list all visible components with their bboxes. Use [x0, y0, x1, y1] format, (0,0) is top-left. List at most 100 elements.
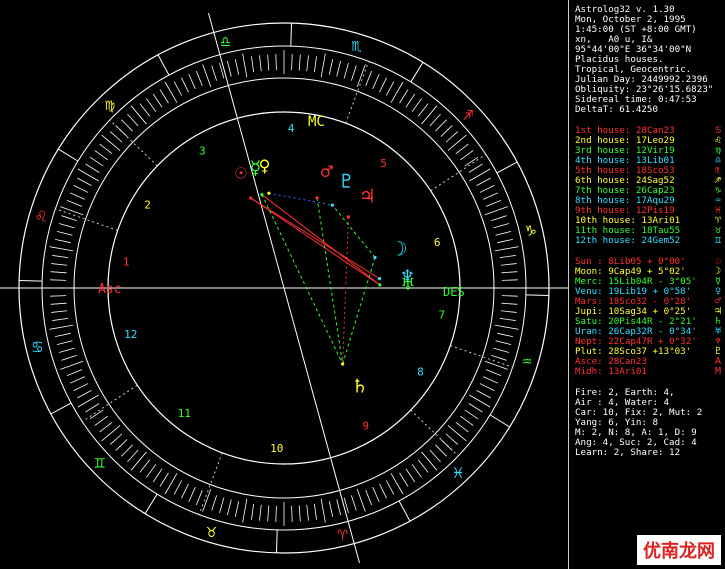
degree-tick — [152, 468, 163, 483]
degree-tick — [298, 505, 301, 522]
venus-icon: ♀ — [258, 154, 270, 178]
degree-tick — [188, 486, 196, 502]
degree-tick — [56, 340, 73, 345]
degree-tick — [275, 505, 277, 522]
aspect-line — [342, 216, 349, 365]
degree-tick — [195, 489, 203, 506]
degree-tick — [494, 324, 519, 330]
degree-tick — [121, 119, 133, 132]
degree-tick — [227, 499, 232, 516]
degree-tick — [259, 55, 262, 72]
capricorn-sign-icon: ♑ — [525, 220, 536, 240]
sign-boundary — [496, 161, 518, 174]
degree-tick — [195, 70, 203, 87]
sign-boundary — [290, 23, 292, 47]
degree-tick — [356, 64, 366, 88]
aspect-line — [342, 257, 376, 365]
degree-tick — [52, 255, 69, 259]
degree-tick — [242, 53, 248, 78]
degree-tick — [379, 77, 387, 93]
degree-tick — [267, 505, 270, 522]
pluto-icon: ♇ — [340, 169, 352, 193]
degree-tick — [139, 103, 151, 117]
house-number: 9 — [362, 420, 369, 433]
pisces-sign-icon: ♓ — [453, 463, 463, 483]
degree-tick — [485, 369, 502, 377]
degree-tick — [89, 156, 104, 167]
degree-tick — [405, 468, 416, 483]
degree-tick — [61, 354, 77, 361]
degree-tick — [211, 495, 218, 511]
degree-tick — [89, 409, 104, 420]
aspect-line — [316, 197, 344, 365]
degree-tick — [109, 131, 123, 143]
degree-tick — [99, 421, 113, 433]
degree-tick — [60, 360, 84, 370]
degree-tick — [139, 459, 151, 473]
asc-label: Asc — [98, 282, 121, 297]
degree-tick — [94, 150, 108, 161]
degree-tick — [390, 473, 404, 495]
degree-tick — [70, 376, 86, 384]
degree-tick — [464, 156, 479, 167]
degree-tick — [405, 93, 416, 108]
degree-tick — [336, 60, 341, 77]
sign-boundary — [157, 54, 170, 76]
degree-tick — [328, 59, 334, 75]
degree-tick — [500, 310, 517, 313]
mercury-point — [260, 192, 264, 197]
degree-tick — [435, 444, 447, 457]
degree-tick — [306, 504, 309, 521]
degree-tick — [460, 150, 474, 161]
degree-tick — [445, 433, 459, 445]
degree-tick — [482, 192, 498, 200]
sun-icon: ☉ — [235, 160, 247, 184]
house-cusp-line — [345, 61, 370, 124]
degree-tick — [429, 113, 441, 127]
degree-tick — [484, 360, 508, 370]
degree-tick — [501, 271, 518, 274]
degree-tick — [121, 444, 133, 457]
degree-tick — [164, 473, 178, 495]
degree-tick — [385, 480, 395, 495]
venus-point — [267, 191, 271, 195]
degree-tick — [476, 177, 491, 187]
sign-boundary — [276, 529, 278, 553]
sagittarius-sign-icon: ♐ — [463, 105, 473, 125]
degree-tick — [127, 449, 139, 463]
house-number: 1 — [123, 255, 130, 268]
delta-t: DeltaT: 61.4250 — [575, 104, 658, 115]
summary-line: Learn: 2, Share: 12 — [575, 447, 681, 458]
sign-boundary — [50, 402, 72, 415]
house-number: 11 — [178, 407, 191, 420]
aspect-line — [261, 194, 344, 365]
jupiter-icon: ♃ — [361, 184, 373, 208]
degree-tick — [476, 389, 491, 399]
aries-sign-icon: ♈ — [338, 526, 349, 546]
degree-tick — [159, 89, 169, 104]
house-number: 10 — [270, 442, 283, 455]
degree-tick — [181, 77, 189, 93]
degree-tick — [55, 332, 71, 338]
degree-tick — [385, 81, 395, 96]
aspect-line — [331, 204, 376, 258]
house-number: 4 — [288, 122, 295, 135]
degree-tick — [468, 403, 483, 413]
degree-tick — [56, 231, 73, 236]
degree-tick — [501, 279, 518, 281]
sign-boundary — [19, 280, 43, 282]
degree-tick — [219, 497, 225, 514]
degree-tick — [493, 223, 510, 229]
degree-tick — [479, 185, 495, 193]
planet-latitude: +13°03' — [652, 346, 692, 357]
degree-tick — [58, 347, 75, 353]
degree-tick — [500, 263, 517, 266]
taurus-sign-icon: ♉ — [206, 522, 216, 542]
degree-tick — [372, 486, 380, 502]
degree-tick — [188, 74, 196, 90]
house-number: 7 — [438, 309, 445, 322]
degree-tick — [211, 65, 218, 81]
saturn-point — [341, 362, 345, 366]
degree-tick — [411, 464, 422, 478]
degree-tick — [173, 480, 183, 495]
